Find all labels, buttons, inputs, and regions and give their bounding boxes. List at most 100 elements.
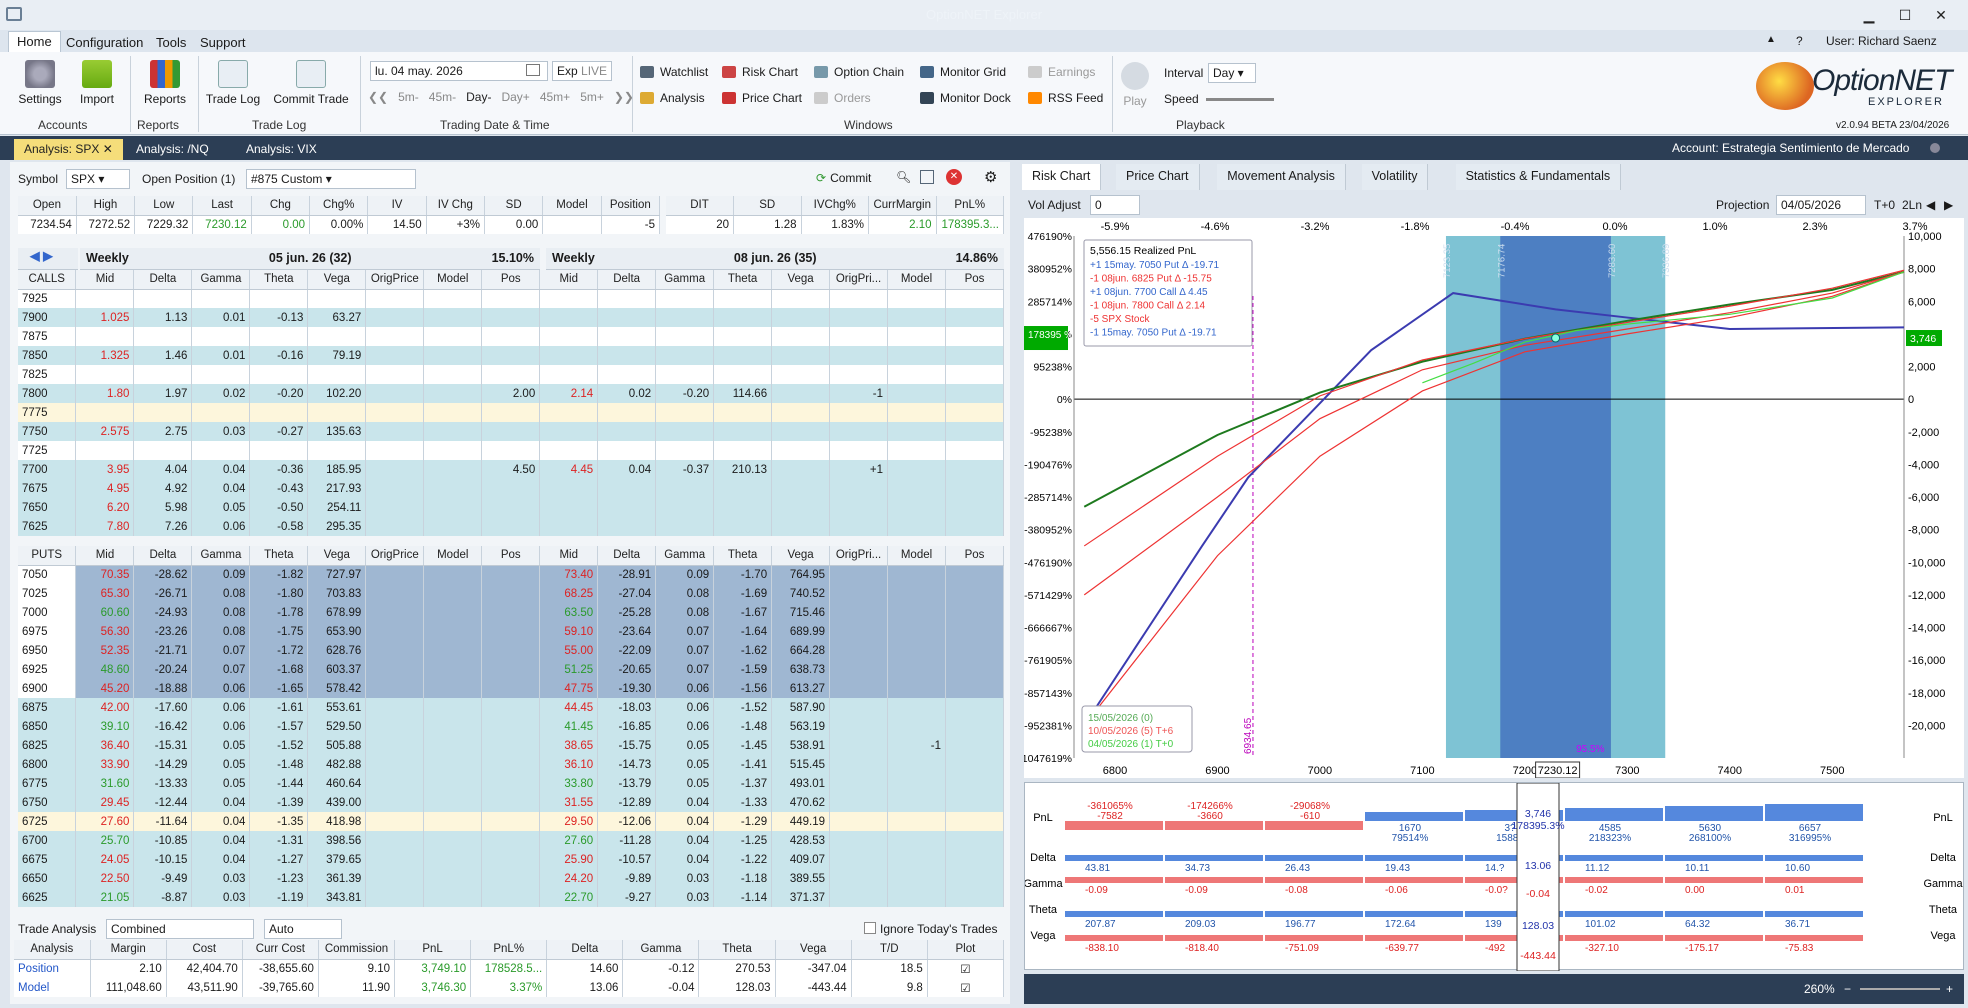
chain-cell[interactable]: 0.05	[191, 755, 251, 774]
chain-cell[interactable]: 371.37	[771, 888, 831, 907]
chain-cell[interactable]	[887, 888, 946, 907]
chain-cell[interactable]	[539, 517, 599, 536]
chain-cell[interactable]: 578.42	[307, 679, 367, 698]
monitor-grid-button[interactable]: Monitor Grid	[920, 65, 1006, 79]
chain-cell[interactable]	[771, 384, 831, 403]
chain-cell[interactable]: 45.20	[75, 679, 135, 698]
chain-cell[interactable]	[539, 422, 599, 441]
chain-cell[interactable]	[481, 869, 541, 888]
chain-cell[interactable]: 210.13	[713, 460, 773, 479]
chain-cell[interactable]: 0.06	[191, 517, 251, 536]
chain-cell[interactable]	[713, 289, 773, 308]
chain-cell[interactable]	[539, 479, 599, 498]
chain-cell[interactable]	[945, 831, 1004, 850]
chain-cell[interactable]: -1.27	[249, 850, 309, 869]
chain-cell[interactable]	[655, 308, 715, 327]
chain-cell[interactable]	[887, 422, 946, 441]
chain-cell[interactable]: -1.35	[249, 812, 309, 831]
chain-cell[interactable]	[423, 622, 483, 641]
chain-cell[interactable]	[945, 641, 1004, 660]
play-button[interactable]: Play	[1118, 62, 1152, 108]
chain-cell[interactable]: 664.28	[771, 641, 831, 660]
tab-analysis-spx[interactable]: Analysis: SPX ✕	[14, 139, 123, 160]
chain-cell[interactable]	[481, 888, 541, 907]
chain-cell[interactable]	[829, 584, 889, 603]
chain-cell[interactable]: 70.35	[75, 565, 135, 584]
chain-cell[interactable]	[945, 365, 1004, 384]
chain-cell[interactable]: -13.79	[597, 774, 657, 793]
chain-cell[interactable]	[945, 660, 1004, 679]
chain-cell[interactable]	[423, 441, 483, 460]
chain-cell[interactable]: 482.88	[307, 755, 367, 774]
analysis-button[interactable]: Analysis	[640, 91, 705, 105]
chain-cell[interactable]: 0.06	[655, 698, 715, 717]
prev-date-icon[interactable]: ◀	[1926, 198, 1935, 212]
chain-cell[interactable]: -1.70	[713, 565, 773, 584]
chain-cell[interactable]	[307, 403, 367, 422]
menu-support[interactable]: Support	[192, 33, 254, 52]
chain-cell[interactable]: 55.00	[539, 641, 599, 660]
chain-cell[interactable]: 59.10	[539, 622, 599, 641]
chain-cell[interactable]: 0.04	[191, 793, 251, 812]
chain-cell[interactable]	[887, 403, 946, 422]
chain-cell[interactable]	[365, 422, 425, 441]
chain-cell[interactable]	[365, 736, 425, 755]
chain-cell[interactable]	[249, 403, 309, 422]
chain-cell[interactable]: 254.11	[307, 498, 367, 517]
chain-cell[interactable]: 361.39	[307, 869, 367, 888]
chain-cell[interactable]: 0.05	[655, 755, 715, 774]
chain-row[interactable]: 6700 25.70 -10.85 0.04 -1.31 398.56 27.60 -11.2…	[18, 831, 1004, 850]
chain-cell[interactable]	[365, 441, 425, 460]
chain-cell[interactable]: 4.04	[133, 460, 193, 479]
chain-row[interactable]: 7850 1.325 1.46 0.01 -0.16 79.19	[18, 346, 1004, 365]
chain-cell[interactable]: 7.80	[75, 517, 135, 536]
chain-cell[interactable]: 0.03	[655, 869, 715, 888]
chain-cell[interactable]: -1.72	[249, 641, 309, 660]
chain-cell[interactable]	[829, 365, 889, 384]
chain-cell[interactable]	[481, 584, 541, 603]
chain-cell[interactable]: 31.60	[75, 774, 135, 793]
chain-cell[interactable]	[307, 289, 367, 308]
earnings-button[interactable]: Earnings	[1028, 65, 1095, 79]
trading-date-input[interactable]: lu. 04 may. 2026	[370, 61, 548, 81]
chain-cell[interactable]	[829, 736, 889, 755]
chain-row[interactable]: 6775 31.60 -13.33 0.05 -1.44 460.64 33.80 -13.7…	[18, 774, 1004, 793]
chain-cell[interactable]	[481, 679, 541, 698]
chain-cell[interactable]: 31.55	[539, 793, 599, 812]
chain-cell[interactable]	[887, 660, 946, 679]
chain-cell[interactable]	[945, 584, 1004, 603]
chain-cell[interactable]	[365, 479, 425, 498]
chain-cell[interactable]	[481, 498, 541, 517]
chain-row[interactable]: 7025 65.30 -26.71 0.08 -1.80 703.83 68.25 -27.0…	[18, 584, 1004, 603]
close-tab-icon[interactable]: ✕	[103, 142, 113, 156]
close-button[interactable]: ✕	[1924, 0, 1958, 30]
chain-cell[interactable]: -1.75	[249, 622, 309, 641]
chain-cell[interactable]	[829, 346, 889, 365]
chain-cell[interactable]	[365, 346, 425, 365]
ln-label[interactable]: 2Ln	[1902, 198, 1922, 212]
plot-checkbox[interactable]: ☑	[927, 978, 1005, 997]
chain-cell[interactable]	[423, 327, 483, 346]
chain-cell[interactable]	[829, 755, 889, 774]
chain-cell[interactable]	[829, 888, 889, 907]
chain-cell[interactable]: 1.97	[133, 384, 193, 403]
analysis-mode-select[interactable]: Combined	[106, 919, 254, 939]
chain-cell[interactable]	[481, 850, 541, 869]
chain-cell[interactable]: 3.95	[75, 460, 135, 479]
chain-cell[interactable]: 439.00	[307, 793, 367, 812]
chain-row[interactable]: 6625 21.05 -8.87 0.03 -1.19 343.81 22.70 -9.27 0…	[18, 888, 1004, 907]
chain-cell[interactable]	[539, 403, 599, 422]
chain-cell[interactable]: -24.93	[133, 603, 193, 622]
chain-cell[interactable]	[423, 584, 483, 603]
chain-cell[interactable]	[481, 346, 541, 365]
chain-cell[interactable]	[423, 422, 483, 441]
chain-cell[interactable]	[365, 793, 425, 812]
chain-cell[interactable]	[423, 755, 483, 774]
chain-cell[interactable]	[191, 289, 251, 308]
chain-cell[interactable]	[481, 660, 541, 679]
chain-cell[interactable]: 0.05	[655, 774, 715, 793]
commit-button[interactable]: ⟳ Commit	[810, 169, 877, 187]
rewind-icon[interactable]: ❮❮	[368, 90, 388, 104]
chain-cell[interactable]	[945, 327, 1004, 346]
chain-cell[interactable]	[829, 812, 889, 831]
